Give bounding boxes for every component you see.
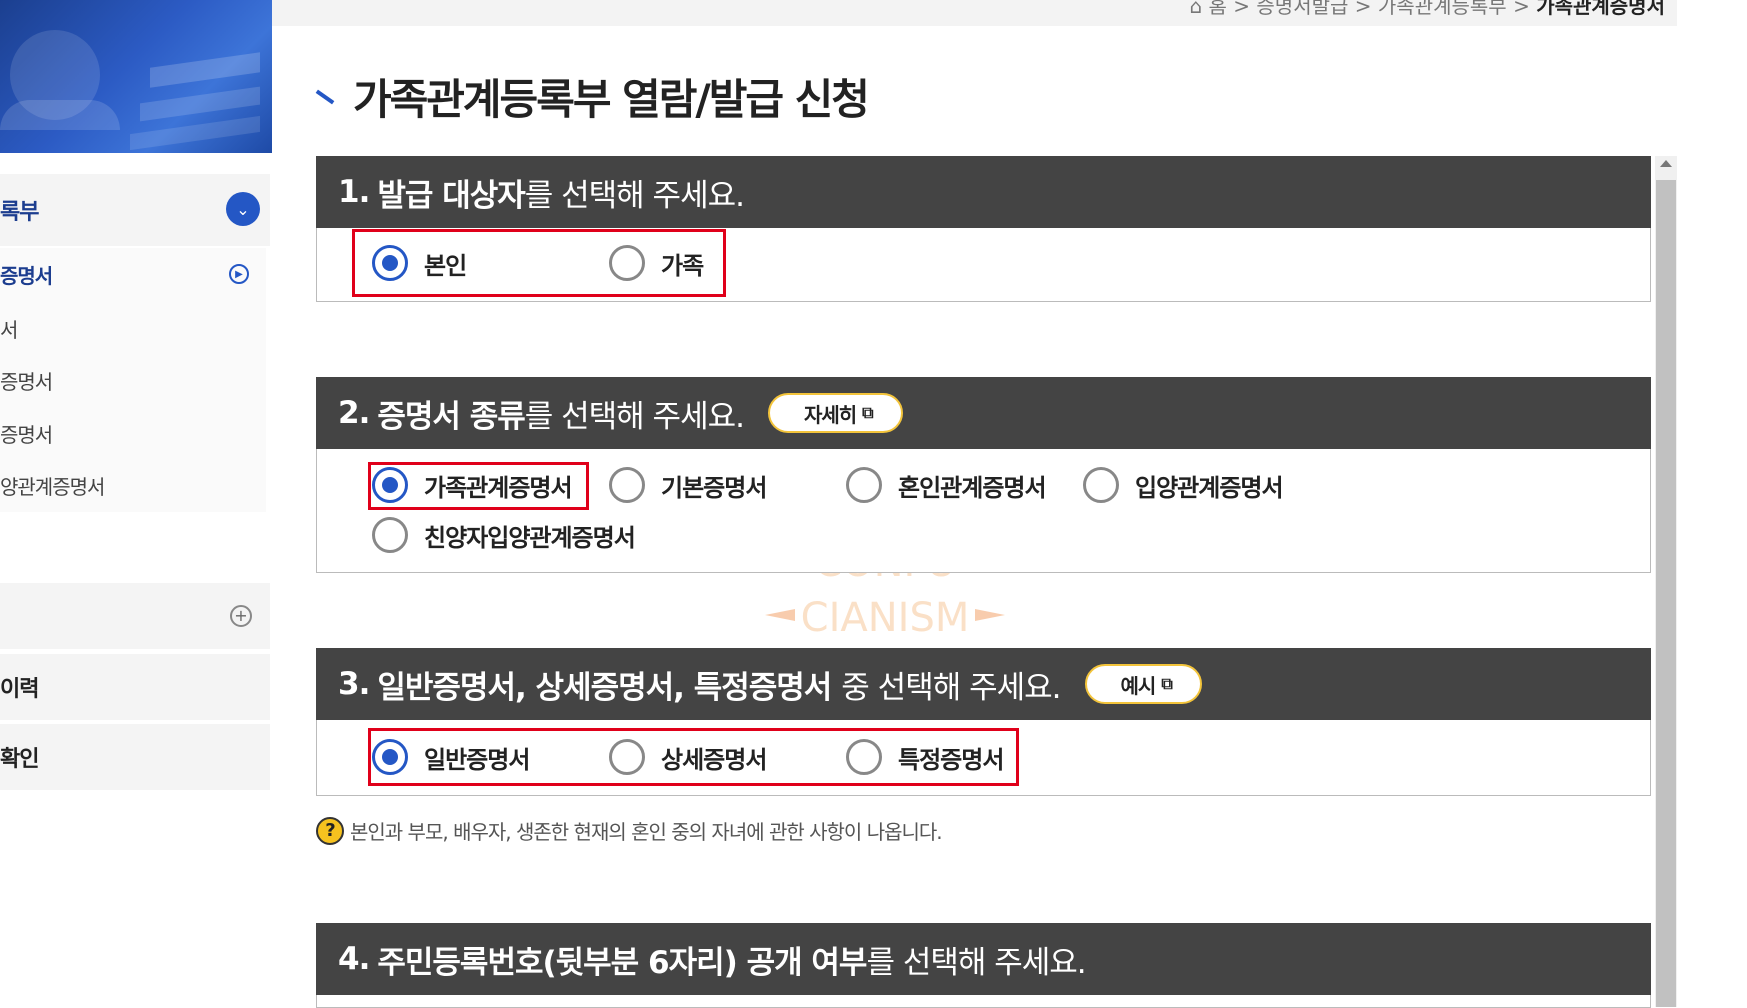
sidebar-menu-family-register[interactable]: 록부 ⌄ <box>0 174 270 246</box>
radio-marriage-cert[interactable]: 혼인관계증명서 <box>846 467 1047 503</box>
section-1-rest: 를 선택해 주세요. <box>524 177 745 214</box>
plus-circle-icon[interactable]: + <box>230 605 252 627</box>
radio-family-label: 가족 <box>661 251 704 280</box>
radio-unchecked-icon <box>846 739 882 775</box>
breadcrumb-level2[interactable]: 가족관계등록부 <box>1378 0 1507 18</box>
sidebar-item-adoption-cert[interactable]: 증명서 <box>0 419 53 448</box>
example-button-label: 예시 <box>1120 673 1157 698</box>
sidebar-item-full-adoption-cert[interactable]: 양관계증명서 <box>0 471 105 500</box>
section-4-rest: 를 선택해 주세요. <box>866 944 1086 981</box>
section-4-header: 4. 주민등록번호(뒷부분 6자리) 공개 여부 를 선택해 주세요. <box>316 923 1651 995</box>
question-icon[interactable]: ? <box>316 816 344 845</box>
section-3-number: 3. <box>338 666 370 702</box>
radio-checked-icon <box>372 467 408 503</box>
radio-detailed-cert-label: 상세증명서 <box>661 745 767 774</box>
breadcrumb-level1[interactable]: 증명서발급 <box>1256 0 1348 18</box>
radio-unchecked-icon <box>846 467 882 503</box>
sidebar-item-marriage-cert[interactable]: 증명서 <box>0 366 53 395</box>
section-1-number: 1. <box>338 174 370 210</box>
sidebar-row-verify-label: 확인 <box>0 747 39 772</box>
play-arrow-icon: ▶ <box>229 264 249 284</box>
radio-self[interactable]: 본인 <box>372 245 467 281</box>
radio-full-adoption-cert-label: 친양자입양관계증명서 <box>424 523 636 552</box>
radio-specific-cert[interactable]: 특정증명서 <box>846 739 1004 775</box>
radio-checked-icon <box>372 245 408 281</box>
radio-family-relation-cert[interactable]: 가족관계증명서 <box>372 467 573 503</box>
section-1-header: 1. 발급 대상자 를 선택해 주세요. <box>316 156 1651 228</box>
radio-unchecked-icon <box>609 245 645 281</box>
section-2-rest: 를 선택해 주세요. <box>524 398 745 435</box>
radio-basic-cert-label: 기본증명서 <box>661 473 767 502</box>
section-1-bold: 발급 대상자 <box>377 177 525 214</box>
radio-marriage-cert-label: 혼인관계증명서 <box>898 473 1047 502</box>
section-4-body <box>316 995 1651 1008</box>
radio-general-cert-label: 일반증명서 <box>424 745 530 774</box>
page-title-wrap: 가족관계등록부 열람/발급 신청 <box>315 66 870 127</box>
details-button[interactable]: 자세히 ⧉ <box>767 393 903 433</box>
breadcrumb-separator: > <box>1513 0 1530 18</box>
sidebar: 록부 ⌄ 증명서 ▶ 서 증명서 증명서 양관계증명서 + 이력 확인 <box>0 0 272 1007</box>
section-2-number: 2. <box>338 395 370 431</box>
sidebar-row-history[interactable]: 이력 <box>0 654 270 720</box>
details-button-label: 자세히 <box>803 402 857 427</box>
radio-family[interactable]: 가족 <box>609 245 704 281</box>
breadcrumb-separator: > <box>1354 0 1372 18</box>
section-2-header: 2. 증명서 종류 를 선택해 주세요. 자세히 ⧉ <box>316 377 1651 449</box>
radio-general-cert[interactable]: 일반증명서 <box>372 739 530 775</box>
sidebar-item-basic-cert[interactable]: 서 <box>0 314 18 343</box>
scroll-up-arrow-icon[interactable] <box>1660 160 1672 167</box>
chevron-down-icon[interactable]: ⌄ <box>226 192 260 226</box>
title-mark-icon <box>315 89 335 104</box>
breadcrumb: ⌂ 홈 > 증명서발급 > 가족관계등록부 > 가족관계증명서 <box>1189 0 1665 19</box>
sidebar-row-history-label: 이력 <box>0 677 39 702</box>
sidebar-menu-label: 록부 <box>0 200 39 225</box>
radio-unchecked-icon <box>1083 467 1119 503</box>
sidebar-banner-image <box>0 0 272 153</box>
home-icon[interactable]: ⌂ <box>1189 0 1202 18</box>
radio-detailed-cert[interactable]: 상세증명서 <box>609 739 767 775</box>
section-2-bold: 증명서 종류 <box>377 398 525 435</box>
radio-adoption-cert[interactable]: 입양관계증명서 <box>1083 467 1284 503</box>
scrollbar-thumb[interactable] <box>1656 180 1676 1007</box>
radio-checked-icon <box>372 739 408 775</box>
radio-self-label: 본인 <box>424 251 467 280</box>
radio-family-relation-cert-label: 가족관계증명서 <box>424 473 573 502</box>
example-button[interactable]: 예시 ⧉ <box>1084 664 1202 704</box>
info-note-text: 본인과 부모, 배우자, 생존한 현재의 혼인 중의 자녀에 관한 사항이 나옵… <box>350 820 943 844</box>
sidebar-item-family-relation-cert[interactable]: 증명서 <box>0 260 53 289</box>
info-note: ? 본인과 부모, 배우자, 생존한 현재의 혼인 중의 자녀에 관한 사항이 … <box>316 816 943 845</box>
radio-adoption-cert-label: 입양관계증명서 <box>1135 473 1284 502</box>
breadcrumb-current: 가족관계증명서 <box>1536 0 1665 18</box>
radio-unchecked-icon <box>372 517 408 553</box>
radio-unchecked-icon <box>609 467 645 503</box>
breadcrumb-home[interactable]: 홈 <box>1209 0 1227 18</box>
radio-full-adoption-cert[interactable]: 친양자입양관계증명서 <box>372 517 636 553</box>
external-link-icon: ⧉ <box>862 403 873 422</box>
page-title: 가족관계등록부 열람/발급 신청 <box>353 75 870 124</box>
section-3-header: 3. 일반증명서, 상세증명서, 특정증명서 중 선택해 주세요. 예시 ⧉ <box>316 648 1651 720</box>
radio-specific-cert-label: 특정증명서 <box>898 745 1004 774</box>
radio-basic-cert[interactable]: 기본증명서 <box>609 467 767 503</box>
section-4-number: 4. <box>338 941 370 977</box>
top-strip: ⌂ 홈 > 증명서발급 > 가족관계등록부 > 가족관계증명서 <box>272 0 1677 26</box>
watermark-text-2: CIANISM <box>800 595 970 641</box>
section-3-bold: 일반증명서, 상세증명서, 특정증명서 <box>377 669 832 706</box>
section-3-rest: 중 선택해 주세요. <box>841 669 1061 706</box>
radio-unchecked-icon <box>609 739 645 775</box>
breadcrumb-separator: > <box>1233 0 1251 18</box>
section-4-bold: 주민등록번호(뒷부분 6자리) 공개 여부 <box>377 944 867 981</box>
external-link-icon: ⧉ <box>1161 674 1172 693</box>
sidebar-row-verify[interactable]: 확인 <box>0 724 270 790</box>
